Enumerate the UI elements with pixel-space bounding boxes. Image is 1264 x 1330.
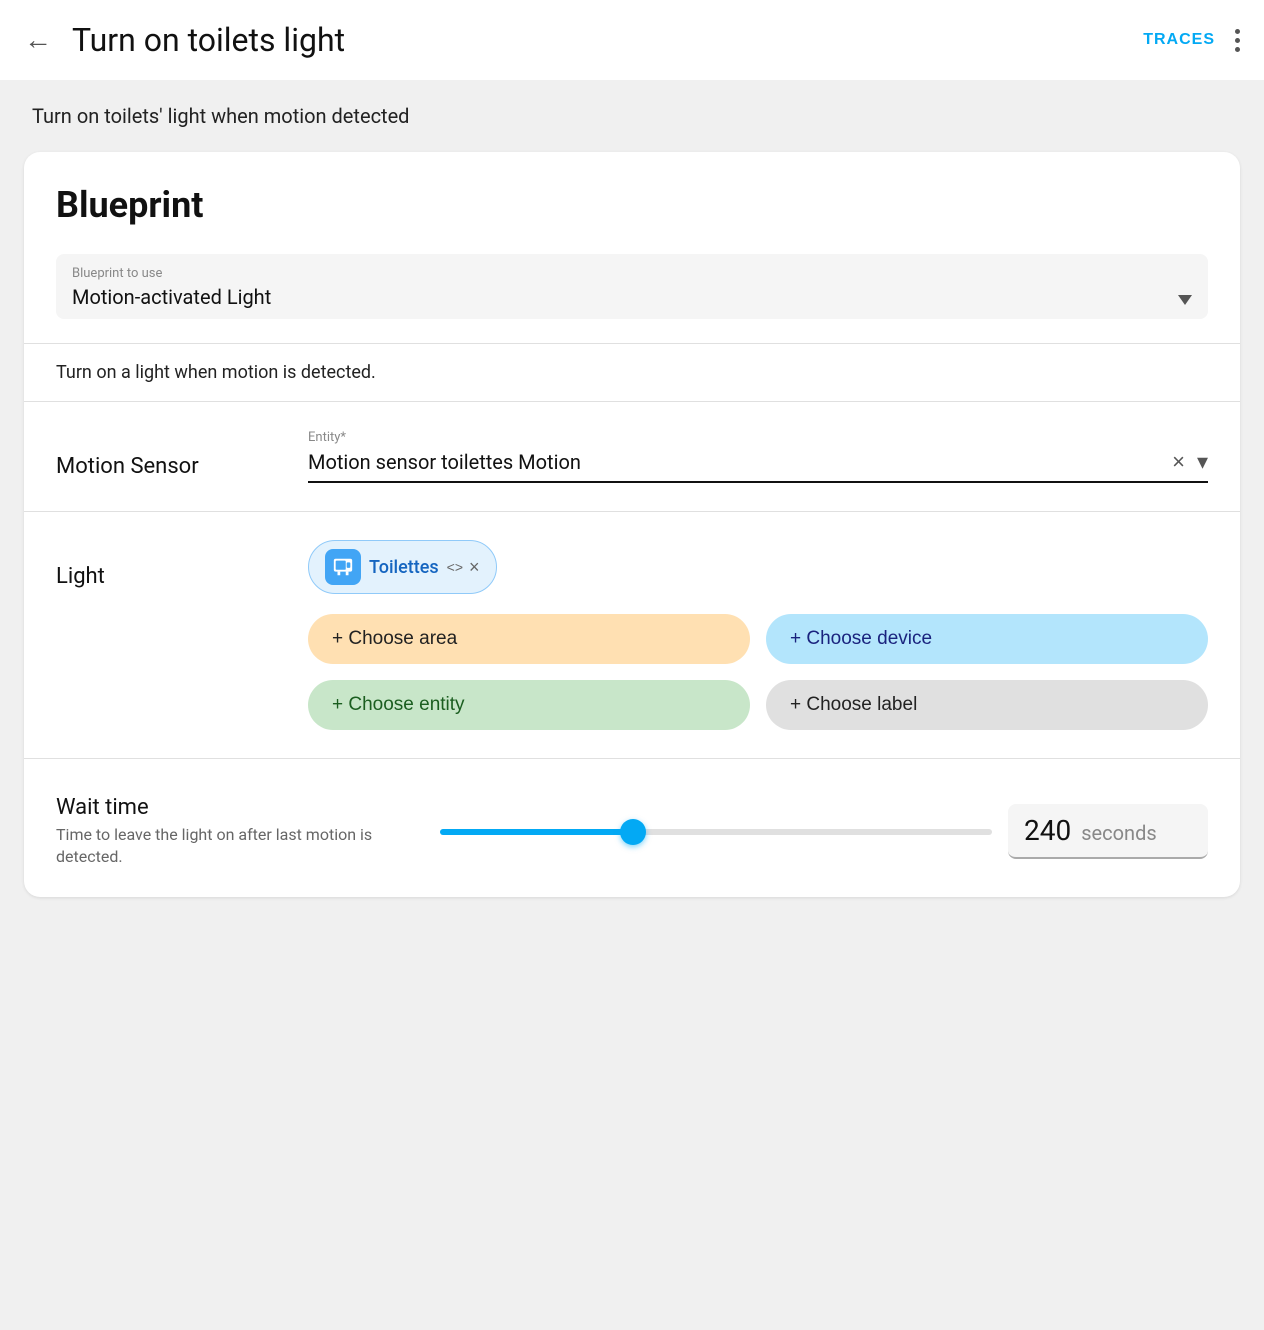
motion-sensor-label: Motion Sensor: [56, 430, 276, 479]
device-icon: [332, 556, 354, 578]
blueprint-section: Blueprint Blueprint to use Motion-activa…: [24, 152, 1240, 343]
blueprint-select[interactable]: Blueprint to use Motion-activated Light: [56, 254, 1208, 319]
back-button[interactable]: ←: [24, 24, 52, 56]
wait-left: Wait time Time to leave the light on aft…: [56, 795, 416, 869]
header: ← Turn on toilets light TRACES: [0, 0, 1264, 80]
chip-actions: <> ×: [447, 557, 480, 578]
wait-unit: seconds: [1081, 821, 1156, 845]
page-title: Turn on toilets light: [72, 21, 1143, 59]
main-card: Blueprint Blueprint to use Motion-activa…: [24, 152, 1240, 897]
entity-dropdown-button[interactable]: ▾: [1197, 449, 1208, 475]
entity-underline: [308, 481, 1208, 483]
entity-value: Motion sensor toilettes Motion: [308, 450, 1160, 474]
entity-clear-button[interactable]: ×: [1172, 449, 1185, 475]
choose-label-button[interactable]: + Choose label: [766, 680, 1208, 730]
toilettes-chip-icon: [325, 549, 361, 585]
toilettes-chip[interactable]: Toilettes <> ×: [308, 540, 497, 594]
slider-fill: [440, 829, 633, 835]
blueprint-description: Turn on a light when motion is detected.: [24, 343, 1240, 401]
wait-time-description: Time to leave the light on after last mo…: [56, 824, 416, 869]
wait-row: Wait time Time to leave the light on aft…: [56, 795, 1208, 869]
blueprint-select-label: Blueprint to use: [72, 266, 1192, 281]
wait-time-title: Wait time: [56, 795, 416, 820]
choose-device-button[interactable]: + Choose device: [766, 614, 1208, 664]
traces-button[interactable]: TRACES: [1143, 31, 1215, 49]
more-menu-button[interactable]: [1235, 29, 1240, 52]
wait-value-box: 240 seconds: [1008, 804, 1208, 859]
light-label: Light: [56, 540, 276, 589]
page-subtitle: Turn on toilets' light when motion detec…: [0, 80, 1264, 144]
chip-close-button[interactable]: ×: [469, 557, 480, 578]
light-content: Toilettes <> × + Choose area + Choose de…: [308, 540, 1208, 730]
chip-code-button[interactable]: <>: [447, 559, 463, 575]
choose-entity-button[interactable]: + Choose entity: [308, 680, 750, 730]
blueprint-dropdown-arrow-icon: [1178, 295, 1192, 305]
entity-label: Entity*: [308, 430, 1208, 445]
blueprint-heading: Blueprint: [56, 184, 1208, 226]
blueprint-select-value: Motion-activated Light: [72, 285, 1192, 309]
light-section: Light Toilettes: [24, 511, 1240, 758]
motion-sensor-section: Motion Sensor Entity* Motion sensor toil…: [24, 401, 1240, 511]
motion-sensor-content: Entity* Motion sensor toilettes Motion ×…: [308, 430, 1208, 483]
toilettes-chip-name: Toilettes: [369, 557, 439, 578]
wait-slider-area: 240 seconds: [440, 804, 1208, 859]
choose-area-button[interactable]: + Choose area: [308, 614, 750, 664]
wait-number: 240: [1024, 814, 1071, 847]
slider-thumb[interactable]: [620, 819, 646, 845]
slider-track[interactable]: [440, 829, 992, 835]
action-buttons: + Choose area + Choose device + Choose e…: [308, 614, 1208, 730]
chip-container: Toilettes <> ×: [308, 540, 1208, 594]
wait-time-section: Wait time Time to leave the light on aft…: [24, 758, 1240, 897]
entity-value-row: Motion sensor toilettes Motion × ▾: [308, 449, 1208, 475]
more-dots-icon: [1235, 29, 1240, 52]
